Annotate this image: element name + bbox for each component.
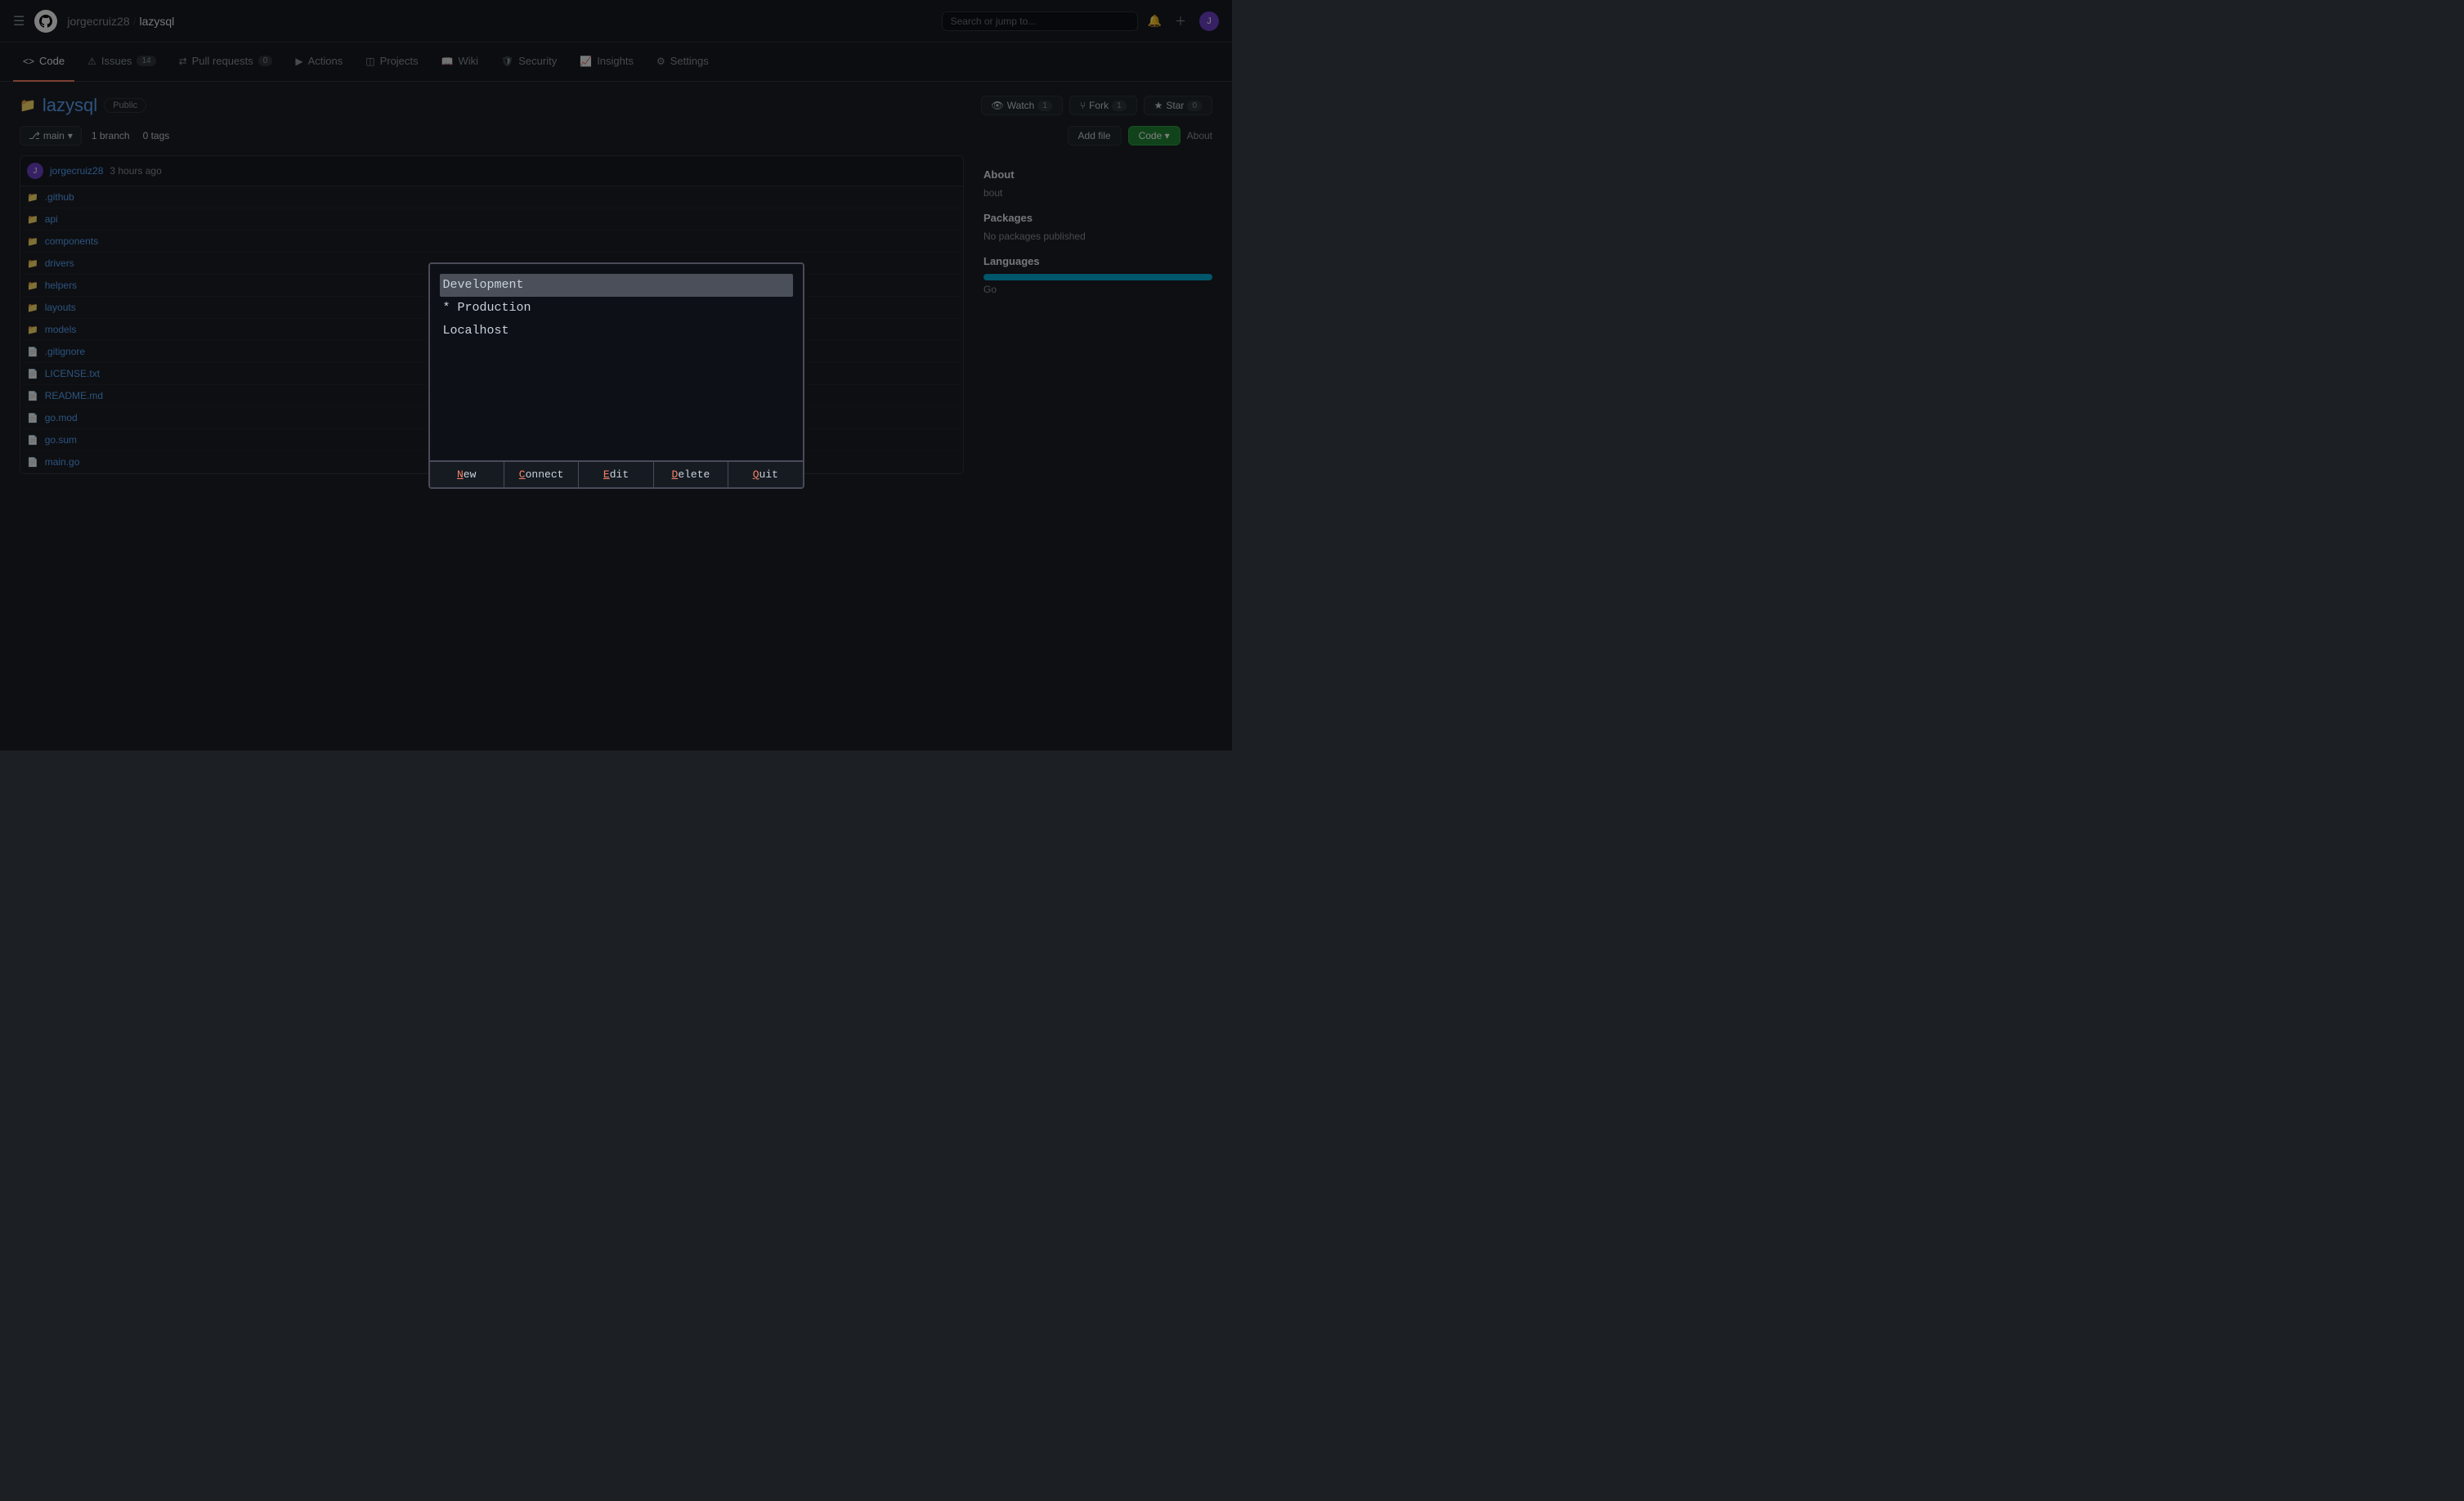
connection-item-localhost[interactable]: Localhost	[440, 320, 793, 343]
terminal-buttons: New Connect Edit Delete Quit	[430, 460, 803, 487]
connect-button[interactable]: Connect	[504, 462, 579, 487]
quit-key-letter: Q	[753, 468, 759, 481]
active-marker: *	[443, 301, 458, 315]
edit-key-letter: E	[603, 468, 610, 481]
terminal-modal: Development * Production Localhost New C…	[428, 262, 804, 489]
connection-item-development[interactable]: Development	[440, 274, 793, 297]
connect-key-letter: C	[519, 468, 526, 481]
delete-key-letter: D	[672, 468, 679, 481]
quit-button[interactable]: Quit	[728, 462, 802, 487]
edit-button[interactable]: Edit	[579, 462, 653, 487]
connection-item-production[interactable]: * Production	[440, 297, 793, 320]
modal-overlay[interactable]: Development * Production Localhost New C…	[0, 0, 1232, 750]
terminal-body: Development * Production Localhost	[430, 264, 803, 460]
new-button[interactable]: New	[430, 462, 504, 487]
delete-button[interactable]: Delete	[654, 462, 728, 487]
new-key-letter: N	[457, 468, 464, 481]
